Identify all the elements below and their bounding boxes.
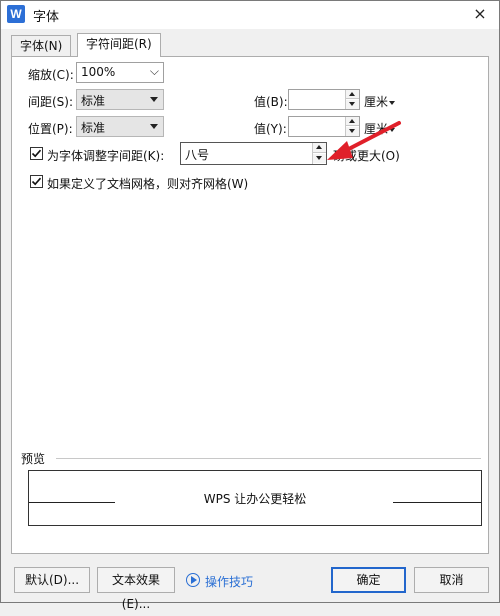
scale-label: 缩放(C): <box>28 68 74 82</box>
checkmark-icon <box>31 149 42 158</box>
cancel-button[interactable]: 取消 <box>414 567 489 593</box>
title-bar: W 字体 × <box>1 1 499 29</box>
wps-writer-icon: W <box>7 5 25 23</box>
font-dialog: W 字体 × 字体(N) 字符间距(R) 缩放(C): 100% ⌵ 间距(S)… <box>0 0 500 611</box>
annotation-arrow-icon <box>327 121 401 160</box>
play-icon[interactable] <box>186 573 200 587</box>
spacing-label: 间距(S): <box>28 95 74 109</box>
kerning-checkbox[interactable] <box>30 147 43 160</box>
checkmark-icon <box>31 177 42 186</box>
ok-button-label: 确定 <box>356 573 381 587</box>
tab-character-spacing-label: 字符间距(R) <box>86 37 152 51</box>
tab-character-spacing[interactable]: 字符间距(R) <box>77 33 161 57</box>
scale-value: 100% <box>81 65 116 79</box>
scale-combobox[interactable]: 100% ⌵ <box>76 62 164 83</box>
position-select[interactable]: 标准 <box>76 116 164 137</box>
default-button[interactable]: 默认(D)... <box>14 567 90 593</box>
spacing-value-spinner[interactable] <box>288 89 360 110</box>
text-effects-button-label: 文本效果(E)... <box>111 573 160 611</box>
dropdown-arrow-icon <box>389 100 396 105</box>
ok-button[interactable]: 确定 <box>331 567 406 593</box>
close-button[interactable]: × <box>461 1 499 29</box>
close-icon: × <box>473 4 487 23</box>
tips-link[interactable]: 操作技巧 <box>205 573 253 590</box>
spacing-select[interactable]: 标准 <box>76 89 164 110</box>
dialog-title: 字体 <box>33 10 60 25</box>
dropdown-arrow-icon <box>150 124 158 129</box>
grid-align-checkbox[interactable] <box>30 175 43 188</box>
spacing-value: 标准 <box>81 94 106 108</box>
spin-up-button[interactable] <box>346 90 359 99</box>
default-button-label: 默认(D)... <box>24 573 80 587</box>
text-effects-button[interactable]: 文本效果(E)... <box>97 567 175 611</box>
grid-align-label: 如果定义了文档网格，则对齐网格(W) <box>47 177 249 191</box>
preview-sample-text: WPS 让办公更轻松 <box>203 492 307 506</box>
position-value-label: 值(Y): <box>254 122 287 136</box>
dropdown-arrow-icon <box>150 97 158 102</box>
position-label: 位置(P): <box>28 122 73 136</box>
tab-font-label: 字体(N) <box>20 39 63 53</box>
kerning-label: 为字体调整字间距(K): <box>47 149 165 163</box>
preview-baseline-right <box>393 502 481 503</box>
spacing-unit-dropdown[interactable]: 厘米 <box>364 93 396 110</box>
cancel-button-label: 取消 <box>439 573 464 587</box>
preview-divider <box>56 458 481 459</box>
spacing-unit: 厘米 <box>364 95 389 109</box>
spin-down-button[interactable] <box>346 100 359 109</box>
spinner-buttons <box>345 90 359 109</box>
kerning-size-value: 八号 <box>185 148 210 162</box>
preview-heading: 预览 <box>21 452 46 466</box>
spacing-value-label: 值(B): <box>254 95 288 109</box>
tab-font[interactable]: 字体(N) <box>11 35 72 57</box>
chevron-down-icon: ⌵ <box>149 64 159 78</box>
position-value: 标准 <box>81 121 106 135</box>
preview-box: WPS 让办公更轻松 <box>28 470 482 526</box>
